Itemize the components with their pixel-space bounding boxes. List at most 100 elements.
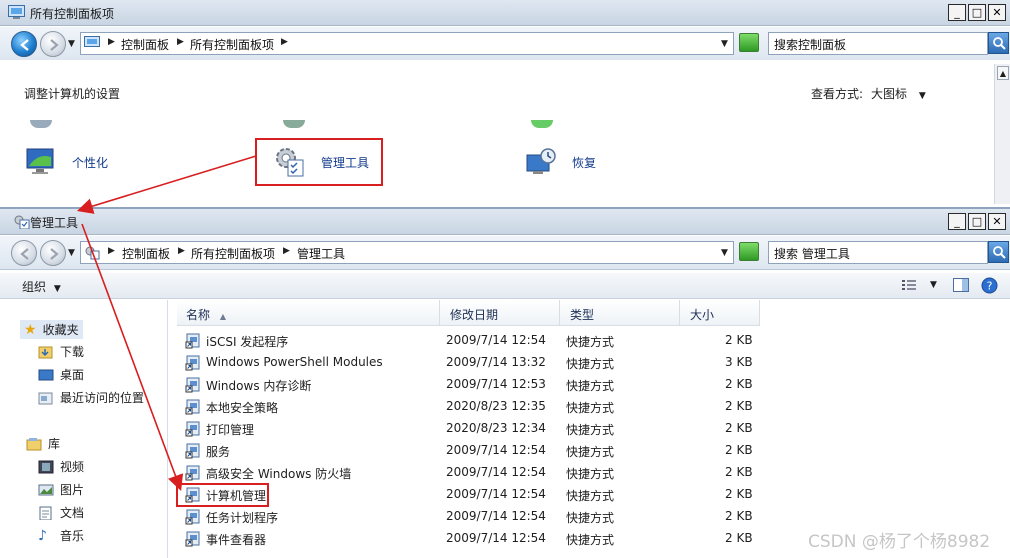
arrow-left-icon: [20, 248, 29, 260]
view-options-icon[interactable]: [901, 278, 917, 292]
file-size: 2 KB: [725, 399, 753, 413]
back-button[interactable]: [11, 240, 37, 266]
cp-item-label[interactable]: 个性化: [72, 154, 108, 171]
history-dropdown-icon[interactable]: ▼: [68, 248, 75, 258]
back-button[interactable]: [11, 31, 37, 57]
breadcrumb-item[interactable]: 所有控制面板项: [191, 245, 275, 262]
cp-item-label[interactable]: 恢复: [572, 154, 596, 171]
breadcrumb-arrow-icon[interactable]: ▶: [177, 37, 184, 47]
file-row[interactable]: Windows 内存诊断 2009/7/14 12:53 快捷方式 2 KB: [169, 374, 1010, 396]
column-header-label: 类型: [570, 308, 595, 322]
close-button[interactable]: ✕: [988, 4, 1006, 21]
file-row[interactable]: 打印管理 2020/8/23 12:34 快捷方式 2 KB: [169, 418, 1010, 440]
nav-documents[interactable]: 文档: [38, 504, 84, 521]
file-row[interactable]: 高级安全 Windows 防火墙 2009/7/14 12:54 快捷方式 2 KB: [169, 462, 1010, 484]
organize-menu[interactable]: 组织 ▼: [22, 278, 61, 295]
file-type: 快捷方式: [566, 467, 615, 481]
file-row[interactable]: iSCSI 发起程序 2009/7/14 12:54 快捷方式 2 KB: [169, 330, 1010, 352]
file-row[interactable]: Windows PowerShell Modules 2009/7/14 13:3…: [169, 352, 1010, 374]
preview-pane-icon[interactable]: [953, 278, 969, 292]
history-dropdown-icon[interactable]: ▼: [68, 39, 75, 49]
maximize-button[interactable]: □: [968, 4, 986, 21]
breadcrumb-arrow-icon[interactable]: ▶: [283, 246, 290, 256]
close-button[interactable]: ✕: [988, 213, 1006, 230]
address-dropdown-icon[interactable]: ▼: [721, 39, 728, 49]
file-name[interactable]: 事件查看器: [206, 531, 266, 548]
arrow-right-icon: [50, 248, 59, 260]
minimize-button[interactable]: _: [948, 4, 966, 21]
chevron-down-icon[interactable]: ▼: [919, 91, 926, 101]
minimize-button[interactable]: _: [948, 213, 966, 230]
search-button[interactable]: [988, 32, 1009, 54]
cp-item-recovery[interactable]: 恢复: [524, 145, 596, 179]
breadcrumb-arrow-icon[interactable]: ▶: [108, 246, 115, 256]
nav-videos[interactable]: 视频: [38, 458, 84, 475]
column-header-modified[interactable]: 修改日期: [440, 300, 560, 326]
nav-downloads[interactable]: 下载: [38, 343, 84, 360]
file-name[interactable]: 高级安全 Windows 防火墙: [206, 465, 351, 482]
file-modified: 2009/7/14 12:54: [446, 465, 546, 479]
breadcrumb-arrow-icon[interactable]: ▶: [178, 246, 185, 256]
forward-button[interactable]: [40, 240, 66, 266]
search-button[interactable]: [988, 241, 1009, 263]
file-size: 2 KB: [725, 421, 753, 435]
address-field[interactable]: ▶ 控制面板 ▶ 所有控制面板项 ▶ ▼: [80, 32, 734, 55]
nav-recent-places[interactable]: 最近访问的位置: [38, 389, 144, 406]
breadcrumb-item[interactable]: 管理工具: [297, 245, 345, 262]
breadcrumb-arrow-icon[interactable]: ▶: [281, 37, 288, 47]
address-dropdown-icon[interactable]: ▼: [721, 248, 728, 258]
address-field[interactable]: ▶ 控制面板 ▶ 所有控制面板项 ▶ 管理工具 ▼: [80, 241, 734, 264]
file-name[interactable]: 任务计划程序: [206, 509, 278, 526]
nav-music[interactable]: ♪ 音乐: [38, 527, 84, 544]
help-icon[interactable]: ?: [981, 277, 998, 294]
breadcrumb-item[interactable]: 所有控制面板项: [190, 36, 274, 53]
file-name[interactable]: 服务: [206, 443, 230, 460]
nav-label: 音乐: [60, 529, 85, 543]
search-input[interactable]: 搜索 管理工具: [768, 241, 988, 264]
control-panel-icon: [84, 36, 100, 47]
view-dropdown-icon[interactable]: ▼: [930, 280, 937, 290]
back-window-title: 所有控制面板项: [30, 7, 115, 21]
file-name[interactable]: 计算机管理: [206, 487, 266, 504]
breadcrumb-item[interactable]: 控制面板: [122, 245, 170, 262]
cp-item-label[interactable]: 管理工具: [321, 154, 369, 171]
shortcut-icon: [185, 531, 200, 547]
nav-libraries[interactable]: 库: [26, 435, 60, 452]
nav-favorites[interactable]: ★ 收藏夹: [20, 320, 83, 339]
refresh-button[interactable]: [739, 242, 759, 261]
column-header-type[interactable]: 类型: [560, 300, 680, 326]
scroll-up-icon[interactable]: ▲: [997, 66, 1009, 80]
shortcut-icon: [185, 377, 200, 393]
file-row[interactable]: 计算机管理 2009/7/14 12:54 快捷方式 2 KB: [169, 484, 1010, 506]
admin-tools-icon: [14, 215, 30, 229]
nav-desktop[interactable]: 桌面: [38, 366, 84, 383]
file-name[interactable]: Windows 内存诊断: [206, 377, 311, 394]
file-name[interactable]: iSCSI 发起程序: [206, 333, 288, 350]
breadcrumb-arrow-icon[interactable]: ▶: [108, 37, 115, 47]
maximize-button[interactable]: □: [968, 213, 986, 230]
view-mode-selector[interactable]: 查看方式: 大图标 ▼: [811, 85, 926, 102]
admin-tools-icon: [276, 148, 304, 177]
forward-button[interactable]: [40, 31, 66, 57]
refresh-button[interactable]: [739, 33, 759, 52]
back-content-pane: 调整计算机的设置 查看方式: 大图标 ▼ 个性化 管理工具 恢复: [0, 60, 1010, 205]
file-name[interactable]: 本地安全策略: [206, 399, 278, 416]
file-row[interactable]: 任务计划程序 2009/7/14 12:54 快捷方式 2 KB: [169, 506, 1010, 528]
file-name[interactable]: Windows PowerShell Modules: [206, 355, 383, 369]
column-header-size[interactable]: 大小: [680, 300, 760, 326]
breadcrumb-item[interactable]: 控制面板: [121, 36, 169, 53]
front-address-bar: ▼ ▶ 控制面板 ▶ 所有控制面板项 ▶ 管理工具 ▼ 搜索 管理工具: [0, 236, 1010, 270]
cp-item-personalization[interactable]: 个性化: [24, 145, 108, 179]
search-input[interactable]: 搜索控制面板: [768, 32, 988, 55]
file-name[interactable]: 打印管理: [206, 421, 254, 438]
cp-item-admin-tools[interactable]: 管理工具: [273, 145, 369, 179]
vertical-scrollbar[interactable]: ▲: [994, 64, 1010, 204]
column-header-name[interactable]: 名称 ▲: [177, 300, 440, 326]
file-row[interactable]: 本地安全策略 2020/8/23 12:35 快捷方式 2 KB: [169, 396, 1010, 418]
view-mode-value[interactable]: 大图标: [871, 87, 907, 101]
file-row[interactable]: 服务 2009/7/14 12:54 快捷方式 2 KB: [169, 440, 1010, 462]
organize-label: 组织: [22, 280, 47, 294]
chevron-down-icon: ▼: [53, 284, 61, 294]
nav-pictures[interactable]: 图片: [38, 481, 84, 498]
file-type: 快捷方式: [566, 423, 615, 437]
